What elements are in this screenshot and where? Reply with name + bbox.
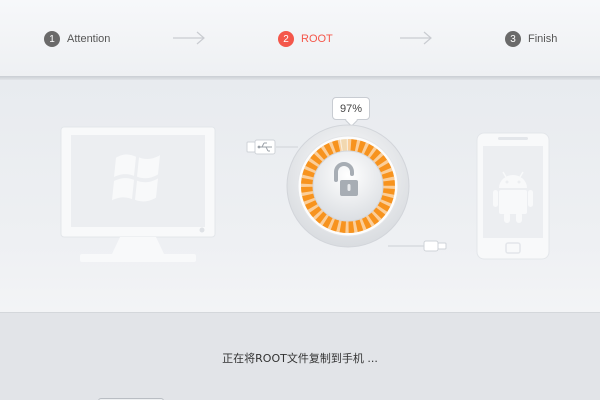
progress-percent: 97% <box>339 102 363 115</box>
step-number: 2 <box>278 31 294 47</box>
android-phone-icon <box>476 132 550 260</box>
step-label: Attention <box>67 33 111 45</box>
root-progress-dial <box>286 124 410 248</box>
arrow-right-icon <box>173 31 205 45</box>
status-text: 正在将ROOT文件复制到手机 ... <box>222 352 378 365</box>
root-progress-stage: 97% <box>0 80 600 312</box>
status-bar: 正在将ROOT文件复制到手机 ... <box>0 312 600 400</box>
step-header: 1 Attention 2 ROOT 3 Finish <box>0 0 600 76</box>
step-label: ROOT <box>301 33 333 45</box>
step-attention: 1 Attention <box>44 31 110 47</box>
step-finish: 3 Finish <box>505 31 557 47</box>
step-label: Finish <box>528 33 558 45</box>
progress-percent-bubble: 97% <box>332 97 370 120</box>
step-number: 1 <box>44 31 60 47</box>
arrow-right-icon <box>400 31 432 45</box>
step-number: 3 <box>505 31 521 47</box>
windows-monitor-icon <box>60 126 216 262</box>
step-root: 2 ROOT <box>278 31 333 47</box>
